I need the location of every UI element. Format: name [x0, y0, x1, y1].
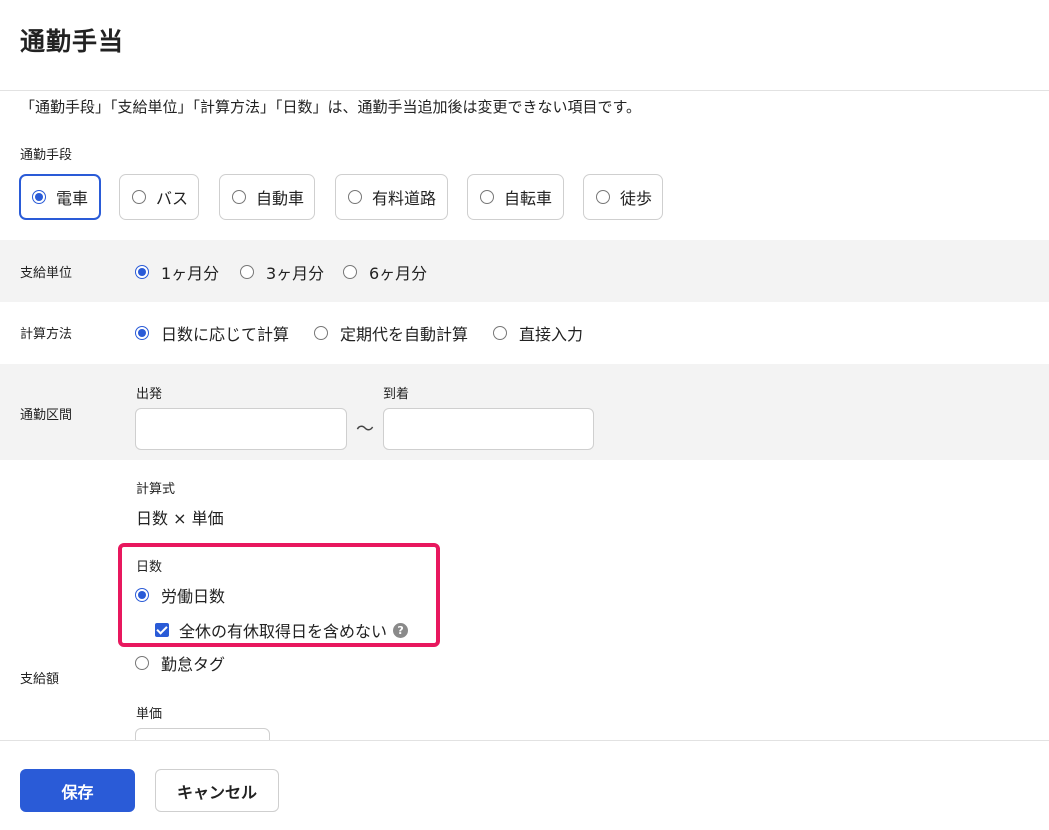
- method-option-bus[interactable]: バス: [119, 174, 199, 220]
- radio-icon: [232, 190, 246, 204]
- method-option-train[interactable]: 電車: [19, 174, 101, 220]
- radio-icon: [135, 326, 149, 340]
- radio-icon: [240, 265, 254, 279]
- header-divider: [0, 90, 1049, 91]
- formula-label: 計算式: [136, 482, 176, 497]
- unit-option-6months[interactable]: 6ヶ月分: [343, 260, 427, 284]
- method-option-car[interactable]: 自動車: [219, 174, 315, 220]
- radio-icon: [493, 326, 507, 340]
- radio-icon: [135, 265, 149, 279]
- payment-unit-label: 支給単位: [20, 266, 73, 281]
- radio-icon: [343, 265, 357, 279]
- days-option-attendance-tag[interactable]: 勤怠タグ: [135, 651, 225, 675]
- unit-option-label: 3ヶ月分: [266, 264, 325, 283]
- unit-option-label: 1ヶ月分: [161, 264, 220, 283]
- days-option-label: 勤怠タグ: [161, 655, 226, 674]
- method-option-label: 徒歩: [620, 189, 653, 208]
- notice-text: 「通勤手段」「支給単位」「計算方法」「日数」は、通勤手当追加後は変更できない項目…: [20, 98, 642, 116]
- method-option-label: 自転車: [504, 189, 553, 208]
- exclude-leave-checkbox[interactable]: 全休の有休取得日を含めない ?: [155, 618, 409, 642]
- cancel-button[interactable]: キャンセル: [155, 769, 279, 812]
- radio-icon: [32, 190, 46, 204]
- arrival-input[interactable]: [383, 408, 594, 450]
- days-option-label: 労働日数: [161, 587, 226, 606]
- calc-option-auto-pass[interactable]: 定期代を自動計算: [314, 321, 468, 345]
- radio-icon: [596, 190, 610, 204]
- page-title: 通勤手当: [20, 27, 125, 56]
- save-button[interactable]: 保存: [20, 769, 135, 812]
- calc-option-label: 直接入力: [519, 325, 584, 344]
- commute-section-label: 通勤区間: [20, 408, 73, 423]
- radio-icon: [132, 190, 146, 204]
- method-option-label: 有料道路: [372, 189, 437, 208]
- method-option-bicycle[interactable]: 自転車: [467, 174, 564, 220]
- radio-icon: [135, 588, 149, 602]
- radio-icon: [314, 326, 328, 340]
- unit-price-label: 単価: [136, 707, 163, 722]
- checkbox-checked-icon: [155, 623, 169, 637]
- radio-icon: [135, 656, 149, 670]
- arrival-label: 到着: [383, 387, 410, 402]
- calc-option-label: 定期代を自動計算: [340, 325, 469, 344]
- calc-option-direct-input[interactable]: 直接入力: [493, 321, 583, 345]
- method-option-label: 自動車: [256, 189, 305, 208]
- formula-text: 日数 × 単価: [136, 509, 224, 528]
- calc-method-label: 計算方法: [20, 327, 73, 342]
- days-option-working-days[interactable]: 労働日数: [135, 583, 225, 607]
- commute-method-label: 通勤手段: [20, 148, 73, 163]
- radio-icon: [480, 190, 494, 204]
- method-option-toll-road[interactable]: 有料道路: [335, 174, 448, 220]
- method-option-walk[interactable]: 徒歩: [583, 174, 663, 220]
- exclude-leave-label: 全休の有休取得日を含めない: [179, 622, 388, 641]
- help-icon[interactable]: ?: [393, 622, 409, 638]
- method-option-label: 電車: [56, 189, 89, 208]
- departure-label: 出発: [136, 387, 163, 402]
- calc-option-label: 日数に応じて計算: [161, 325, 290, 344]
- unit-option-label: 6ヶ月分: [369, 264, 428, 283]
- range-separator: 〜: [356, 419, 374, 440]
- departure-input[interactable]: [135, 408, 347, 450]
- method-option-label: バス: [156, 189, 189, 208]
- days-label: 日数: [136, 560, 163, 575]
- unit-option-1month[interactable]: 1ヶ月分: [135, 260, 219, 284]
- amount-label: 支給額: [20, 672, 60, 687]
- calc-option-by-days[interactable]: 日数に応じて計算: [135, 321, 289, 345]
- radio-icon: [348, 190, 362, 204]
- unit-option-3months[interactable]: 3ヶ月分: [240, 260, 324, 284]
